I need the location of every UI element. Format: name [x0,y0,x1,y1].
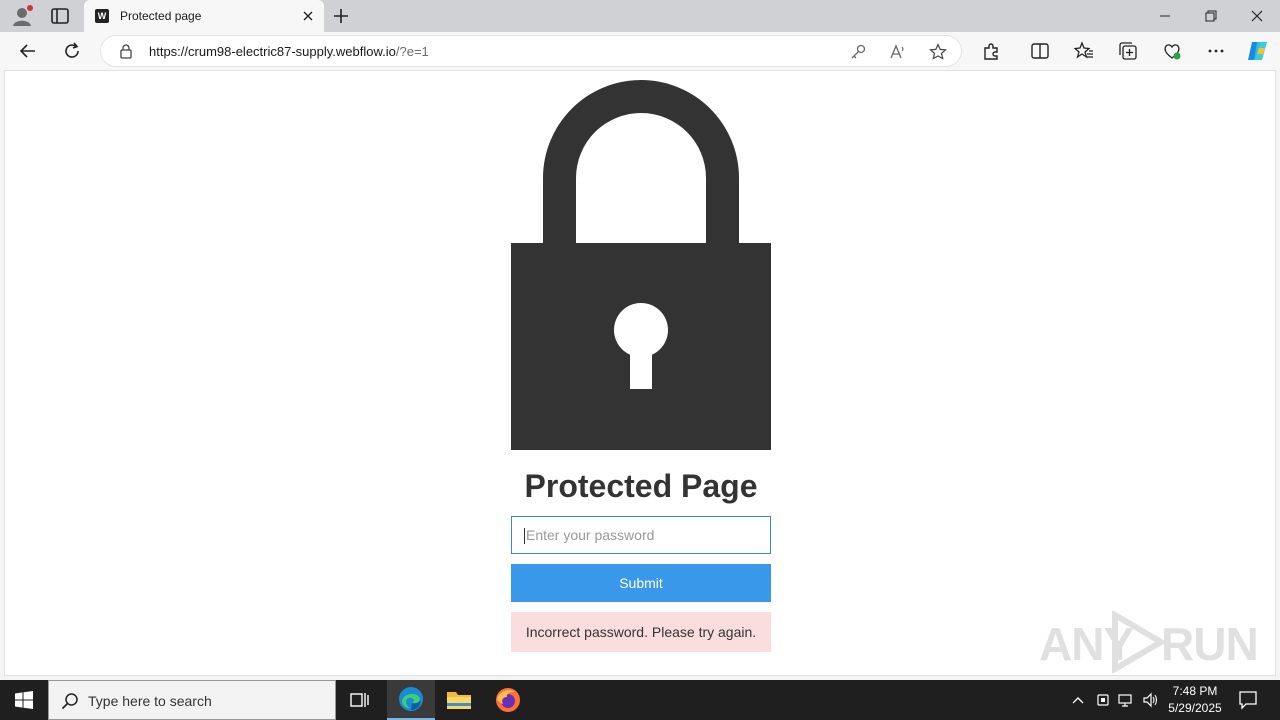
taskbar-clock[interactable]: 7:48 PM 5/29/2025 [1162,683,1228,717]
tab-title: Protected page [120,9,202,23]
restore-button[interactable] [1188,0,1234,32]
volume-icon[interactable] [1142,691,1158,709]
browser-toolbar: https://crum98-electric87-supply.webflow… [0,32,1280,70]
url-text[interactable]: https://crum98-electric87-supply.webflow… [149,44,429,59]
browser-tab[interactable]: W Protected page [84,0,324,32]
page-viewport: Protected Page Enter your password Submi… [4,70,1276,676]
copilot-icon[interactable] [1245,39,1271,63]
task-view-icon [350,693,369,707]
restore-icon [1205,10,1217,22]
anyrun-watermark: ANY RUN [1039,607,1259,677]
play-icon [1112,611,1167,673]
page-title: Protected Page [524,468,758,504]
clock-date: 5/29/2025 [1168,701,1222,715]
browser-essentials-icon[interactable] [1162,41,1182,61]
notifications-icon[interactable] [1239,690,1257,710]
profile-icon[interactable] [11,5,33,27]
url-host: https://crum98-electric87-supply.webflow… [149,44,396,59]
show-hidden-icons-icon[interactable] [1070,691,1086,709]
new-tab-icon[interactable] [332,7,350,25]
task-view-button[interactable] [336,680,384,720]
taskbar-firefox[interactable] [484,680,532,720]
minimize-icon [1160,15,1170,17]
edge-icon [399,687,423,711]
network-icon[interactable] [1118,691,1134,709]
password-input[interactable]: Enter your password [511,516,771,554]
favorites-icon[interactable] [1074,41,1094,61]
address-bar[interactable]: https://crum98-electric87-supply.webflow… [100,35,962,67]
back-icon[interactable] [18,41,38,61]
password-placeholder: Enter your password [526,527,655,543]
taskbar-edge[interactable] [387,680,435,720]
taskbar-file-explorer[interactable] [435,680,483,720]
taskbar-search[interactable]: Type here to search [48,680,336,720]
windows-icon [15,691,33,709]
collections-icon[interactable] [1118,41,1138,61]
padlock-icon [511,80,771,450]
close-icon [1251,10,1263,22]
split-screen-icon[interactable] [1030,41,1050,61]
error-message: Incorrect password. Please try again. [511,612,771,652]
minimize-button[interactable] [1142,0,1188,32]
lock-icon[interactable] [119,44,133,59]
webflow-favicon-icon: W [95,9,109,23]
text-caret [524,528,525,545]
firefox-icon [496,688,520,712]
url-path: /?e=1 [395,44,429,59]
search-icon [61,693,78,710]
read-aloud-icon[interactable] [889,43,907,61]
folder-icon [447,692,471,709]
start-button[interactable] [0,680,48,720]
submit-button[interactable]: Submit [511,564,771,602]
clock-time: 7:48 PM [1172,684,1218,698]
device-icon[interactable] [1095,691,1111,709]
more-options-icon[interactable] [1206,41,1226,61]
close-tab-icon[interactable] [300,8,316,24]
key-icon[interactable] [849,43,867,61]
taskbar: Type here to search 7:48 PM 5/29/2025 [0,680,1280,720]
favorite-star-icon[interactable] [929,43,947,61]
watermark-right: RUN [1161,618,1259,670]
search-placeholder: Type here to search [88,693,212,709]
tab-actions-icon[interactable] [50,7,70,25]
tab-strip: W Protected page [0,0,1280,32]
close-window-button[interactable] [1234,0,1280,32]
refresh-icon[interactable] [62,41,82,61]
extensions-icon[interactable] [981,41,1001,61]
